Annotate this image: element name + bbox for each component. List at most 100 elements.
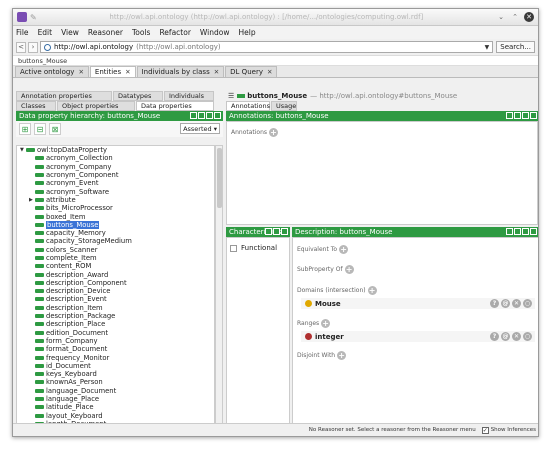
tab-entities[interactable]: Entities ✕ xyxy=(89,66,136,77)
show-inferences-checkbox[interactable]: ✓ xyxy=(481,426,489,434)
maximize-icon[interactable]: ⌃ xyxy=(510,12,520,22)
tab-individuals[interactable]: Individuals xyxy=(164,91,214,101)
tab-individuals-by-class[interactable]: Individuals by class ✕ xyxy=(136,66,225,77)
tree-item[interactable]: form_Company xyxy=(17,337,214,345)
tree-item[interactable]: frequency_Monitor xyxy=(17,353,214,362)
tree-item[interactable]: acronym_Software xyxy=(17,187,214,196)
tab-usage[interactable]: Usage xyxy=(271,101,297,111)
tree-item[interactable]: acronym_Collection xyxy=(17,154,214,162)
tab-datatypes[interactable]: Datatypes xyxy=(113,91,163,101)
tree-item[interactable]: format_Document xyxy=(17,345,214,353)
pin-icon[interactable]: ✎ xyxy=(30,13,37,22)
add-sibling-icon[interactable]: ⊟ xyxy=(34,123,46,135)
back-button[interactable]: < xyxy=(16,41,26,53)
menu-help[interactable]: Help xyxy=(238,28,255,37)
menu-reasoner[interactable]: Reasoner xyxy=(88,28,123,37)
close-icon[interactable]: ✕ xyxy=(214,68,219,76)
tree-item[interactable]: capacity_StorageMedium xyxy=(17,237,214,245)
menu-tools[interactable]: Tools xyxy=(132,28,150,37)
tree-item[interactable]: content_ROM xyxy=(17,262,214,270)
tree-item[interactable]: description_Package xyxy=(17,312,214,320)
minimize-icon[interactable]: ⌄ xyxy=(496,12,506,22)
delete-icon[interactable]: ✕ xyxy=(512,299,521,308)
delete-property-icon[interactable]: ⊠ xyxy=(49,123,61,135)
tree-item[interactable]: description_Event xyxy=(17,295,214,303)
edit-icon[interactable]: ○ xyxy=(523,332,532,341)
view-maximize-icon[interactable] xyxy=(522,112,529,119)
tree-item[interactable]: bits_MicroProcessor xyxy=(17,204,214,212)
view-close-icon[interactable] xyxy=(530,228,537,235)
tab-active-ontology[interactable]: Active ontology ✕ xyxy=(15,66,89,77)
annotate-icon[interactable]: @ xyxy=(501,299,510,308)
close-icon[interactable]: ✕ xyxy=(125,68,130,76)
search-button[interactable]: Search... xyxy=(496,41,535,53)
functional-checkbox[interactable] xyxy=(230,244,237,252)
tree-item[interactable]: description_Award xyxy=(17,270,214,279)
add-disjoint-icon[interactable]: + xyxy=(337,351,347,360)
tree-item[interactable]: edition_Document xyxy=(17,329,214,337)
add-subproperty-icon[interactable]: ⊞ xyxy=(19,123,31,135)
tree-item[interactable]: description_Component xyxy=(17,279,214,287)
edit-icon[interactable]: ○ xyxy=(523,299,532,308)
close-icon[interactable]: ✕ xyxy=(78,68,83,76)
add-annotation-icon[interactable]: + xyxy=(269,128,279,137)
tree-item[interactable]: description_Place xyxy=(17,320,214,328)
chevron-down-icon[interactable]: ▼ xyxy=(485,44,490,51)
tree-root[interactable]: ▼ owl:topDataProperty xyxy=(17,146,214,154)
data-property-tree[interactable]: ▼ owl:topDataProperty acronym_Collection… xyxy=(16,145,215,424)
menu-refactor[interactable]: Refactor xyxy=(159,28,190,37)
tab-data-properties[interactable]: Data properties xyxy=(136,101,214,111)
explain-icon[interactable]: ? xyxy=(490,332,499,341)
tree-item[interactable]: capacity_Memory xyxy=(17,229,214,237)
view-float-icon[interactable] xyxy=(514,112,521,119)
view-sync-icon[interactable] xyxy=(506,228,513,235)
tree-item[interactable]: layout_Keyboard xyxy=(17,412,214,420)
tree-item[interactable]: latitude_Place xyxy=(17,403,214,411)
tab-object-properties[interactable]: Object properties xyxy=(57,101,135,111)
tree-item[interactable]: ▶ attribute xyxy=(17,196,214,204)
annotate-icon[interactable]: @ xyxy=(501,332,510,341)
tree-item[interactable]: language_Place xyxy=(17,395,214,403)
tree-scrollbar[interactable] xyxy=(215,145,223,424)
view-close-icon[interactable] xyxy=(281,228,288,235)
menu-file[interactable]: File xyxy=(16,28,29,37)
menu-window[interactable]: Window xyxy=(200,28,230,37)
tree-item[interactable]: buttons_Mouse xyxy=(17,220,214,229)
view-sync-icon[interactable] xyxy=(190,112,197,119)
tree-item[interactable]: language_Document xyxy=(17,387,214,395)
menu-icon[interactable]: ☰ xyxy=(228,92,234,100)
view-float-icon[interactable] xyxy=(198,112,205,119)
tab-annotation-properties[interactable]: Annotation properties xyxy=(16,91,112,101)
tree-item[interactable]: keys_Keyboard xyxy=(17,370,214,378)
range-entry[interactable]: integer ? @ ✕ ○ xyxy=(301,331,535,342)
add-superproperty-icon[interactable]: + xyxy=(344,265,354,274)
tab-dl-query[interactable]: DL Query ✕ xyxy=(225,66,278,77)
tree-item[interactable]: complete_Item xyxy=(17,254,214,262)
tree-item[interactable]: acronym_Event xyxy=(17,179,214,187)
tree-item[interactable]: acronym_Component xyxy=(17,171,214,179)
tree-item[interactable]: colors_Scanner xyxy=(17,246,214,254)
tree-item[interactable]: acronym_Company xyxy=(17,163,214,171)
view-sync-icon[interactable] xyxy=(506,112,513,119)
asserted-select[interactable]: Asserted ▾ xyxy=(180,123,220,134)
tab-classes[interactable]: Classes xyxy=(16,101,56,111)
view-close-icon[interactable] xyxy=(530,112,537,119)
view-float-icon[interactable] xyxy=(265,228,272,235)
add-domain-icon[interactable]: + xyxy=(367,286,377,295)
view-maximize-icon[interactable] xyxy=(522,228,529,235)
tree-item[interactable]: boxed_Item xyxy=(17,212,214,221)
view-maximize-icon[interactable] xyxy=(206,112,213,119)
domain-entry[interactable]: Mouse ? @ ✕ ○ xyxy=(301,298,535,309)
add-range-icon[interactable]: + xyxy=(321,319,331,328)
tree-item[interactable]: description_Device xyxy=(17,287,214,295)
close-icon[interactable]: ✕ xyxy=(267,68,272,76)
menu-edit[interactable]: Edit xyxy=(38,28,53,37)
view-float-icon[interactable] xyxy=(514,228,521,235)
forward-button[interactable]: › xyxy=(28,41,38,53)
tab-annotations[interactable]: Annotations xyxy=(226,101,270,111)
view-close-icon[interactable] xyxy=(214,112,221,119)
ontology-address-field[interactable]: http://owl.api.ontology (http://owl.api.… xyxy=(40,41,494,53)
explain-icon[interactable]: ? xyxy=(490,299,499,308)
tree-item[interactable]: knownAs_Person xyxy=(17,378,214,386)
add-equivalent-icon[interactable]: + xyxy=(339,245,349,254)
